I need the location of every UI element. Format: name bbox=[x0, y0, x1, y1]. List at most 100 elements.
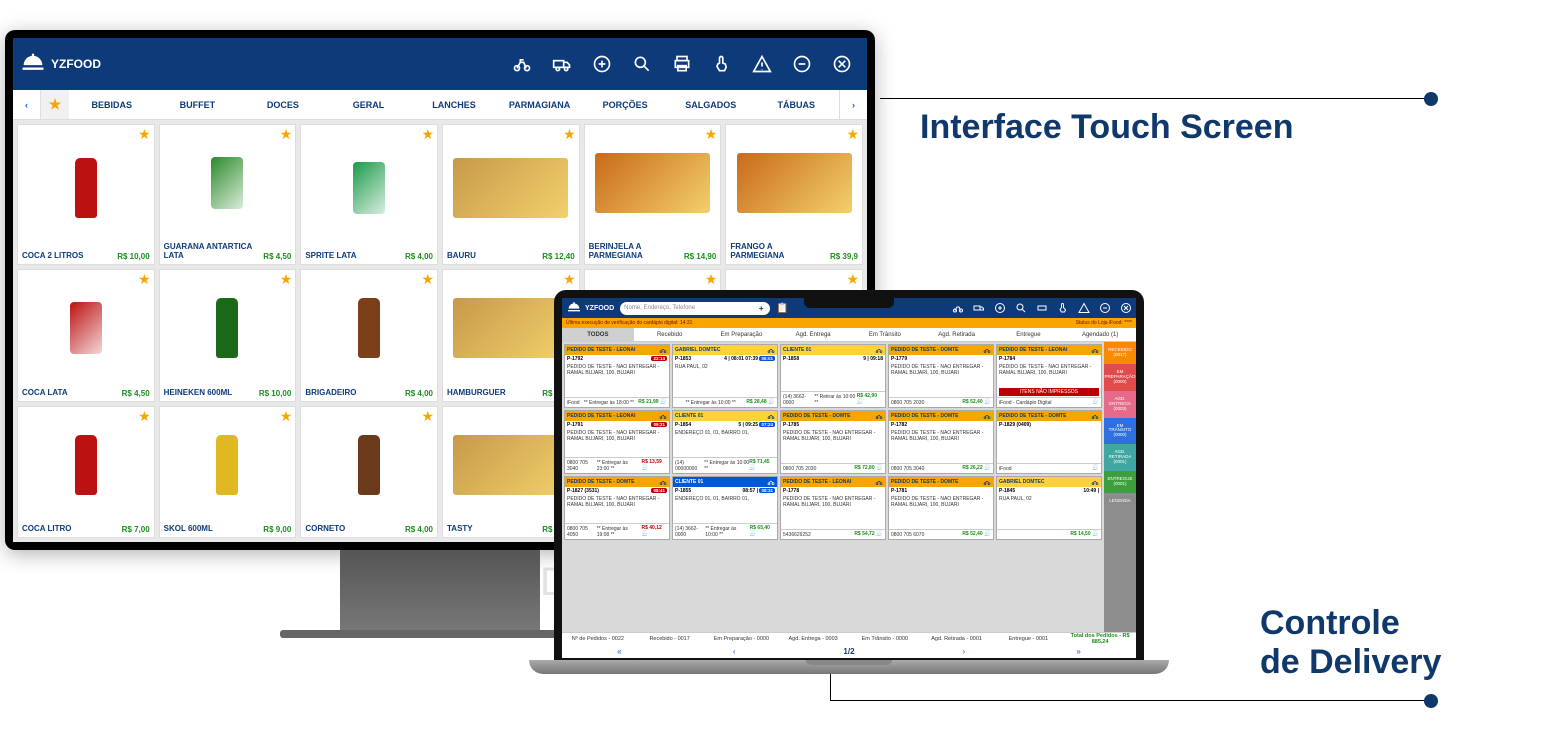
product-card[interactable]: ★FRANGO A PARMEGIANAR$ 39,9 bbox=[725, 124, 863, 265]
order-body bbox=[997, 429, 1101, 463]
side-rail-item[interactable]: RECEBIDO(0017) bbox=[1104, 342, 1136, 364]
warning-icon[interactable] bbox=[1078, 302, 1090, 314]
printer-icon[interactable] bbox=[671, 53, 693, 75]
tabs-next[interactable]: › bbox=[839, 90, 867, 119]
status-tab[interactable]: Agd. Retirada bbox=[921, 328, 993, 341]
category-tab[interactable]: BUFFET bbox=[155, 90, 241, 119]
clipboard-icon[interactable]: 📋 bbox=[776, 303, 788, 314]
order-card[interactable]: PEDIDO DE TESTE - LEONAIP-1778PEDIDO DE … bbox=[780, 476, 886, 540]
product-card[interactable]: ★COCA 2 LITROSR$ 10,00 bbox=[17, 124, 155, 265]
product-card[interactable]: ★GUARANA ANTARTICA LATAR$ 4,50 bbox=[159, 124, 297, 265]
order-card[interactable]: GABRIEL DOMTECP-184510:49 |RUA PAUL, 02R… bbox=[996, 476, 1102, 540]
search-input[interactable]: Nome, Endereço, Telefone + bbox=[620, 302, 770, 315]
order-card[interactable]: PEDIDO DE TESTE - DOMTEP-1782PEDIDO DE T… bbox=[888, 410, 994, 474]
order-card[interactable]: CLIENTE 01P-18545 | 09:25 07:24ENDEREÇO … bbox=[672, 410, 778, 474]
plus-circle-icon[interactable] bbox=[591, 53, 613, 75]
product-card[interactable]: ★HEINEKEN 600MLR$ 10,00 bbox=[159, 269, 297, 401]
side-rail-item[interactable]: EM TRÂNSITO(0000) bbox=[1104, 418, 1136, 445]
product-image bbox=[18, 125, 154, 250]
touch-icon[interactable] bbox=[1057, 302, 1069, 314]
close-circle-icon[interactable] bbox=[1120, 302, 1132, 314]
category-tab[interactable]: TÁBUAS bbox=[754, 90, 840, 119]
category-tab[interactable]: LANCHES bbox=[411, 90, 497, 119]
category-tab[interactable]: SALGADOS bbox=[668, 90, 754, 119]
status-tab[interactable]: TODOS bbox=[562, 328, 634, 341]
order-footer: 0800 705 3040** Entregar às 23:00 **R$ 1… bbox=[565, 457, 669, 473]
side-rail-item[interactable]: EM PREPARAÇÃO(0000) bbox=[1104, 364, 1136, 391]
order-card[interactable]: PEDIDO DE TESTE - LEONAIP-1784PEDIDO DE … bbox=[996, 344, 1102, 408]
bike-icon bbox=[875, 412, 883, 420]
side-rail-item[interactable]: LEGENDA bbox=[1104, 493, 1136, 510]
receipt-icon: 🧾 bbox=[1092, 531, 1099, 538]
category-tab[interactable]: PORÇÕES bbox=[582, 90, 668, 119]
bike-icon bbox=[1091, 478, 1099, 486]
bike-icon[interactable] bbox=[511, 53, 533, 75]
status-tab[interactable]: Em Trânsito bbox=[849, 328, 921, 341]
search-icon[interactable] bbox=[1015, 302, 1027, 314]
order-card[interactable]: PEDIDO DE TESTE - DOMTEP-1827 (3531) 08:… bbox=[564, 476, 670, 540]
minus-circle-icon[interactable] bbox=[1099, 302, 1111, 314]
category-tab[interactable]: PARMAGIANA bbox=[497, 90, 583, 119]
order-footer: iFood** Entregar às 18:00 **R$ 21,99 🧾 bbox=[565, 397, 669, 407]
pager-first[interactable]: « bbox=[562, 647, 677, 656]
tab-favorites[interactable]: ★ bbox=[41, 90, 69, 119]
pager-next[interactable]: › bbox=[906, 647, 1021, 656]
product-card[interactable]: ★BERINJELA A PARMEGIANAR$ 14,90 bbox=[584, 124, 722, 265]
product-card[interactable]: ★BRIGADEIROR$ 4,00 bbox=[300, 269, 438, 401]
order-card[interactable]: PEDIDO DE TESTE - DOMTEP-1829 (0409)iFoo… bbox=[996, 410, 1102, 474]
warning-icon[interactable] bbox=[751, 53, 773, 75]
order-body: PEDIDO DE TESTE - NAO ENTREGAR - RAMAL B… bbox=[781, 429, 885, 463]
printer-icon[interactable] bbox=[1036, 302, 1048, 314]
footer-stat: Em Trânsito - 0000 bbox=[849, 636, 921, 642]
category-tab[interactable]: BEBIDAS bbox=[69, 90, 155, 119]
order-card[interactable]: PEDIDO DE TESTE - DOMTEP-1779PEDIDO DE T… bbox=[888, 344, 994, 408]
status-tab[interactable]: Entregue bbox=[993, 328, 1065, 341]
side-rail-item[interactable]: AGD. RETIRADA(0001) bbox=[1104, 444, 1136, 471]
product-card[interactable]: ★CORNETOR$ 4,00 bbox=[300, 406, 438, 538]
connector-dot bbox=[1424, 92, 1438, 106]
order-card[interactable]: PEDIDO DE TESTE - LEONAIP-1791 09:21PEDI… bbox=[564, 410, 670, 474]
order-body: ENDEREÇO 01, 01, BAIRRO 01, bbox=[673, 429, 777, 457]
plus-circle-icon[interactable] bbox=[994, 302, 1006, 314]
category-tab[interactable]: DOCES bbox=[240, 90, 326, 119]
side-rail-item[interactable]: ENTREGUE(0001) bbox=[1104, 471, 1136, 493]
close-circle-icon[interactable] bbox=[831, 53, 853, 75]
bike-icon bbox=[983, 412, 991, 420]
product-price: R$ 4,50 bbox=[263, 252, 291, 261]
order-footer: 0800 705 2030R$ 52,40 🧾 bbox=[889, 397, 993, 407]
minus-circle-icon[interactable] bbox=[791, 53, 813, 75]
receipt-icon: 🧾 bbox=[641, 531, 648, 538]
product-card[interactable]: ★BAURUR$ 12,40 bbox=[442, 124, 580, 265]
order-card[interactable]: CLIENTE 01P-185508:57 | 08:31ENDEREÇO 01… bbox=[672, 476, 778, 540]
order-card[interactable]: PEDIDO DE TESTE - LEONAIP-1792 22:14PEDI… bbox=[564, 344, 670, 408]
side-rail-item[interactable]: AGD. ENTREGA(0003) bbox=[1104, 391, 1136, 418]
search-icon[interactable] bbox=[631, 53, 653, 75]
status-tab[interactable]: Recebido bbox=[634, 328, 706, 341]
status-tab[interactable]: Em Preparação bbox=[706, 328, 778, 341]
product-card[interactable]: ★COCA LITROR$ 7,00 bbox=[17, 406, 155, 538]
product-image bbox=[585, 125, 721, 241]
truck-icon[interactable] bbox=[973, 302, 985, 314]
product-card[interactable]: ★COCA LATAR$ 4,50 bbox=[17, 269, 155, 401]
status-tab[interactable]: Agendado (1) bbox=[1064, 328, 1136, 341]
search-add-icon[interactable]: + bbox=[756, 303, 766, 313]
order-subheader: P-1784 bbox=[997, 355, 1101, 363]
tabs-prev[interactable]: ‹ bbox=[13, 90, 41, 119]
truck-icon[interactable] bbox=[551, 53, 573, 75]
order-card[interactable]: CLIENTE 01P-18589 | 09:18(14) 3662-0000*… bbox=[780, 344, 886, 408]
product-name: BERINJELA A PARMEGIANA bbox=[589, 243, 678, 261]
category-tab[interactable]: GERAL bbox=[326, 90, 412, 119]
footer-stat: Em Preparação - 0000 bbox=[706, 636, 778, 642]
order-card[interactable]: PEDIDO DE TESTE - DOMTEP-1785PEDIDO DE T… bbox=[780, 410, 886, 474]
product-image bbox=[443, 125, 579, 250]
bike-icon[interactable] bbox=[952, 302, 964, 314]
order-footer: 0800 705 3040R$ 26,22 🧾 bbox=[889, 463, 993, 473]
status-tab[interactable]: Agd. Entrega bbox=[777, 328, 849, 341]
touch-icon[interactable] bbox=[711, 53, 733, 75]
pager-prev[interactable]: ‹ bbox=[677, 647, 792, 656]
order-card[interactable]: PEDIDO DE TESTE - DOMTEP-1781PEDIDO DE T… bbox=[888, 476, 994, 540]
product-card[interactable]: ★SPRITE LATAR$ 4,00 bbox=[300, 124, 438, 265]
pager-last[interactable]: » bbox=[1021, 647, 1136, 656]
product-card[interactable]: ★SKOL 600MLR$ 9,00 bbox=[159, 406, 297, 538]
order-card[interactable]: GABRIEL DOMTECP-18534 | 08:01 07:39 08:0… bbox=[672, 344, 778, 408]
